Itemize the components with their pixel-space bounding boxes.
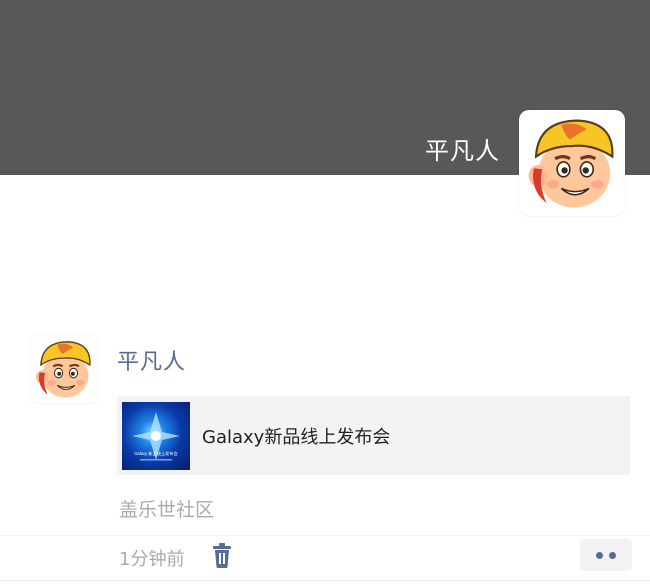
more-dots-icon[interactable] bbox=[580, 539, 632, 571]
dot bbox=[609, 551, 616, 559]
thumbnail-caption: Galaxy 新品线上发布会 bbox=[134, 450, 178, 457]
dot bbox=[596, 551, 603, 559]
author-avatar[interactable] bbox=[30, 335, 98, 403]
divider bbox=[0, 580, 650, 581]
cover-username[interactable]: 平凡人 bbox=[425, 131, 500, 166]
link-thumbnail: Galaxy 新品线上发布会 bbox=[122, 401, 190, 470]
shared-link-card[interactable]: Galaxy 新品线上发布会 Galaxy新品线上发布会 bbox=[117, 396, 630, 475]
link-title: Galaxy新品线上发布会 bbox=[202, 426, 391, 448]
post-meta-row: 1分钟前 bbox=[0, 535, 650, 577]
post-author-name[interactable]: 平凡人 bbox=[117, 344, 186, 376]
post-source[interactable]: 盖乐世社区 bbox=[119, 495, 214, 522]
cover-avatar[interactable] bbox=[519, 110, 625, 216]
trash-icon[interactable] bbox=[211, 543, 233, 569]
post-time: 1分钟前 bbox=[119, 549, 185, 570]
moments-page: 平凡人 平凡人 Galaxy 新品线上发布会 Galaxy新品线上发布会 盖乐世… bbox=[0, 0, 650, 587]
